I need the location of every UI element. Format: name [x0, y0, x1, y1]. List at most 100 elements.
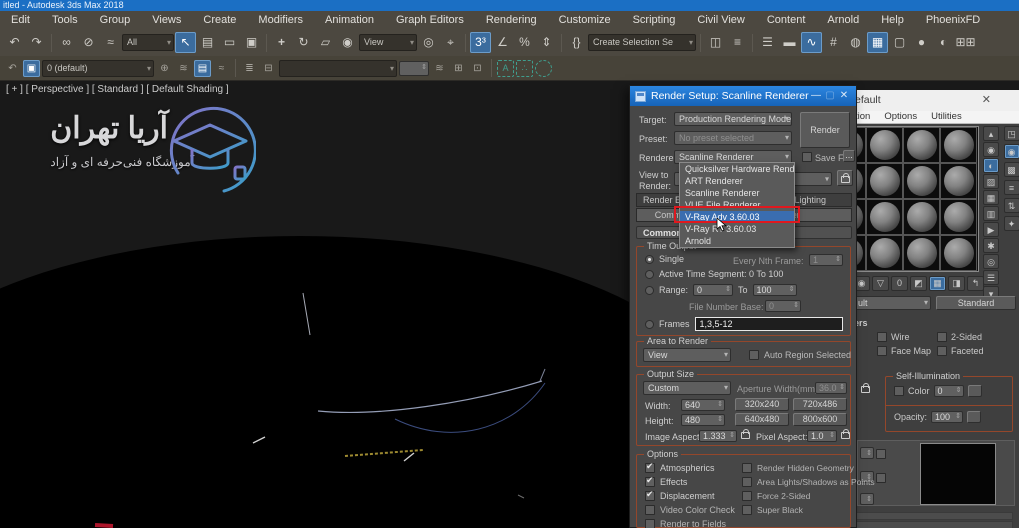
close-icon[interactable]: ✕ [837, 86, 851, 106]
frames-radio[interactable] [645, 319, 654, 329]
preset-800x600-button[interactable]: 800x600 [793, 413, 847, 426]
auto-key-icon[interactable]: A [497, 59, 514, 77]
auto-region-checkbox[interactable] [749, 350, 759, 360]
renderer-option-art[interactable]: ART Renderer [680, 175, 794, 187]
image-aspect-spinner[interactable]: 1.333 [699, 430, 737, 442]
area-view-dropdown[interactable]: View [643, 348, 731, 362]
undo-scene-icon[interactable]: ↶ [4, 60, 21, 77]
height-spinner[interactable]: 480 [681, 414, 725, 426]
rollout-bar-2[interactable] [853, 521, 1013, 528]
key-filters-icon[interactable]: ⊡ [469, 60, 486, 77]
make-preview-icon[interactable]: ▶ [983, 222, 999, 237]
select-and-rotate-icon[interactable]: ↻ [293, 32, 314, 53]
target-dropdown[interactable]: Production Rendering Mode [674, 112, 792, 126]
viewport-label[interactable]: [ + ] [ Perspective ] [ Standard ] [ Def… [6, 84, 229, 95]
edit-named-selection-icon[interactable]: {} [566, 32, 587, 53]
render-setup-icon[interactable]: ▦ [867, 32, 888, 53]
sample-tiling-icon[interactable]: ▦ [983, 190, 999, 205]
mat-menu-utilities[interactable]: Utilities [931, 111, 962, 123]
menu-tools[interactable]: Tools [41, 11, 89, 29]
single-radio[interactable] [645, 254, 654, 264]
dock-icon-4[interactable]: ≡ [1003, 180, 1019, 195]
width-spinner[interactable]: 640 [681, 399, 725, 411]
material-slot[interactable] [866, 127, 903, 163]
layer-dropdown[interactable]: 0 (default) [42, 59, 154, 77]
layer-manager-icon[interactable]: ☰ [757, 32, 778, 53]
window-crossing-icon[interactable]: ▣ [241, 32, 262, 53]
force-2-sided-checkbox[interactable] [742, 491, 752, 501]
material-type-button[interactable]: Standard [936, 296, 1016, 310]
menu-content[interactable]: Content [756, 11, 817, 29]
material-editor-icon[interactable]: ◍ [845, 32, 866, 53]
render-production-icon[interactable]: ● [911, 32, 932, 53]
material-editor-close-icon[interactable]: ✕ [982, 90, 991, 111]
menu-scripting[interactable]: Scripting [622, 11, 687, 29]
map-checkbox-2[interactable] [876, 473, 886, 483]
video-color-check-checkbox[interactable] [645, 505, 655, 515]
unlink-selection-icon[interactable]: ⊘ [78, 32, 99, 53]
two-sided-checkbox[interactable] [937, 332, 947, 342]
select-and-move-icon[interactable]: + [271, 32, 292, 53]
material-slot[interactable] [940, 199, 977, 235]
select-by-name-icon[interactable]: ▤ [197, 32, 218, 53]
material-editor-titlebar[interactable]: efault ✕ [849, 90, 1019, 111]
atmospherics-checkbox[interactable] [645, 461, 655, 473]
preset-dropdown[interactable]: No preset selected [674, 131, 792, 145]
image-aspect-lock-icon[interactable] [741, 429, 750, 439]
pixel-aspect-spinner[interactable]: 1.0 [807, 430, 837, 442]
maximize-icon[interactable]: ▢ [823, 86, 837, 106]
curve-editor-icon[interactable]: ∿ [801, 32, 822, 53]
view-lock-button[interactable] [837, 170, 853, 186]
range-radio[interactable] [645, 285, 654, 295]
renderer-option-vue[interactable]: VUE File Renderer [680, 199, 794, 211]
menu-help[interactable]: Help [870, 11, 915, 29]
preset-320x240-button[interactable]: 320x240 [735, 398, 789, 411]
keyframe-mode-icon[interactable]: ≋ [431, 60, 448, 77]
angle-snap-icon[interactable]: ∠ [492, 32, 513, 53]
map-preview-swatch[interactable] [920, 443, 996, 505]
render-setup-titlebar[interactable]: Render Setup: Scanline Renderer — ▢ ✕ [630, 86, 856, 106]
dock-icon-5[interactable]: ⇅ [1003, 198, 1019, 213]
map-spinner-3[interactable] [860, 493, 874, 505]
menu-views[interactable]: Views [141, 11, 192, 29]
minimize-icon[interactable]: — [809, 86, 823, 106]
rollout-bar-1[interactable] [853, 512, 1013, 520]
select-and-link-icon[interactable]: ∞ [56, 32, 77, 53]
self-illum-color-spinner[interactable]: 0 [933, 385, 964, 397]
material-slot[interactable] [903, 235, 940, 271]
frames-input[interactable]: 1,3,5-12 [694, 317, 843, 331]
range-to-spinner[interactable]: 100 [752, 284, 797, 296]
percent-field[interactable] [399, 60, 429, 76]
select-and-scale-icon[interactable]: ▱ [315, 32, 336, 53]
area-lights-checkbox[interactable] [742, 477, 752, 487]
render-button[interactable]: Render [800, 112, 850, 148]
self-illum-color-checkbox[interactable] [894, 386, 904, 396]
displacement-checkbox[interactable] [645, 489, 655, 501]
material-slot[interactable] [903, 199, 940, 235]
video-color-check-icon[interactable]: ▥ [983, 206, 999, 221]
mat-menu-options[interactable]: Options [884, 111, 917, 123]
render-to-fields-checkbox[interactable] [645, 519, 655, 528]
reference-coordinate-dropdown[interactable]: View [359, 34, 417, 51]
select-placement-icon[interactable]: ◉ [337, 32, 358, 53]
menu-modifiers[interactable]: Modifiers [247, 11, 314, 29]
pick-layer-icon[interactable]: ▣ [23, 59, 40, 77]
preset-640x480-button[interactable]: 640x480 [735, 413, 789, 426]
renderer-option-vray-rt[interactable]: V-Ray RT 3.60.03 [680, 223, 794, 235]
ribbon-toggle-icon[interactable]: ▬ [779, 32, 800, 53]
put-to-scene-icon[interactable]: ▽ [872, 276, 889, 291]
rectangular-selection-region-icon[interactable]: ▭ [219, 32, 240, 53]
set-key-icon[interactable]: ∴ [516, 59, 533, 77]
schematic-view-icon[interactable]: # [823, 32, 844, 53]
align-icon[interactable]: ≡ [727, 32, 748, 53]
menu-group[interactable]: Group [89, 11, 142, 29]
render-hidden-checkbox[interactable] [742, 463, 752, 473]
opacity-map-button[interactable] [967, 411, 982, 423]
percent-snap-icon[interactable]: % [514, 32, 535, 53]
dock-icon-2[interactable]: ◉ [1003, 144, 1019, 159]
range-from-spinner[interactable]: 0 [693, 284, 734, 296]
snaps-toggle-icon[interactable]: 3³ [470, 32, 491, 53]
menu-graph-editors[interactable]: Graph Editors [385, 11, 475, 29]
dock-icon-1[interactable]: ◳ [1003, 126, 1019, 141]
background-icon[interactable]: ▨ [983, 174, 999, 189]
